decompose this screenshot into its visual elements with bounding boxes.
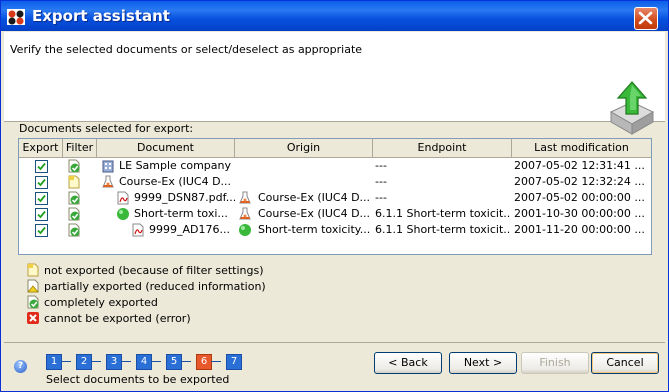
endpoint-name: --- [375, 191, 387, 204]
endpoint-name: 6.1.1 Short-term toxicit... [375, 223, 511, 236]
check-icon [37, 194, 46, 203]
completely-exported-icon [67, 223, 81, 237]
column-header-endpoint[interactable]: Endpoint [373, 139, 512, 157]
last-modification: 2007-05-02 12:31:41 ... [514, 159, 645, 172]
step-connector [121, 361, 131, 362]
completely-exported-icon [67, 191, 81, 205]
column-header-document[interactable]: Document [97, 139, 235, 157]
last-modification: 2001-11-20 00:00:00 ... [514, 223, 645, 236]
wizard-step-7: 7 [226, 354, 242, 370]
table-row[interactable]: Short-term toxi... Course-Ex (IUC4 D... 6.… [19, 206, 651, 222]
document-name: 9999_AD176... [149, 223, 230, 236]
last-modification: 2001-10-30 00:00:00 ... [514, 207, 645, 220]
help-icon[interactable]: ? [14, 360, 27, 373]
wizard-step-3: 3 [106, 354, 122, 370]
cancel-button[interactable]: Cancel [591, 352, 659, 374]
error-icon [27, 312, 39, 324]
table-row[interactable]: LE Sample company --- 2007-05-02 12:31:41 … [19, 158, 651, 174]
table-row[interactable]: 9999_DSN87.pdf... Course-Ex (IUC4 D... ---… [19, 190, 651, 206]
origin-name [240, 174, 372, 190]
origin-name: Course-Ex (IUC4 D... [258, 191, 371, 204]
table-row[interactable]: Course-Ex (IUC4 D... --- 2007-05-02 12:32:… [19, 174, 651, 190]
legend-label: completely exported [44, 296, 158, 309]
column-header-last-modification[interactable]: Last modification [512, 139, 651, 157]
export-checkbox[interactable] [35, 160, 48, 173]
completely-exported-icon [67, 207, 81, 221]
step-connector [211, 361, 221, 362]
document-name: 9999_DSN87.pdf... [134, 191, 235, 204]
origin-name [240, 158, 372, 174]
pdf-icon [131, 223, 145, 237]
back-button[interactable]: < Back [374, 352, 442, 374]
flask-icon [238, 207, 252, 221]
legend-label: not exported (because of filter settings… [44, 264, 264, 277]
check-icon [37, 226, 46, 235]
endpoint-name: --- [375, 159, 387, 172]
table-section-label: Documents selected for export: [19, 122, 194, 135]
not-exported-icon [27, 263, 39, 277]
step-caption: Select documents to be exported [46, 373, 230, 386]
not-exported-icon [67, 175, 81, 189]
table-header: Export Filter Document Origin Endpoint L… [19, 139, 651, 158]
header-panel: Verify the selected documents or select/… [4, 32, 665, 135]
instruction-text: Verify the selected documents or select/… [10, 43, 363, 56]
check-icon [37, 210, 46, 219]
flask-icon [238, 191, 252, 205]
step-connector [151, 361, 161, 362]
completely-exported-icon [27, 295, 39, 309]
endpoint-name: 6.1.1 Short-term toxicit... [375, 207, 511, 220]
next-button[interactable]: Next > [449, 352, 517, 374]
green-ball-icon [238, 223, 252, 237]
export-tray-icon [609, 81, 655, 135]
documents-table: Export Filter Document Origin Endpoint L… [18, 138, 652, 255]
export-checkbox[interactable] [35, 176, 48, 189]
column-header-origin[interactable]: Origin [235, 139, 373, 157]
export-assistant-window: Export assistant Verify the selected doc… [0, 0, 669, 392]
step-connector [61, 361, 71, 362]
app-logo-icon [7, 9, 25, 25]
legend-label: cannot be exported (error) [44, 312, 191, 325]
company-icon [101, 159, 115, 173]
window-title: Export assistant [32, 7, 170, 25]
step-connector [181, 361, 191, 362]
partially-exported-icon [27, 279, 39, 293]
step-connector [91, 361, 101, 362]
column-header-filter[interactable]: Filter [63, 139, 97, 157]
last-modification: 2007-05-02 12:32:24 ... [514, 175, 645, 188]
last-modification: 2007-05-02 00:00:00 ... [514, 191, 645, 204]
wizard-step-2: 2 [76, 354, 92, 370]
completely-exported-icon [67, 159, 81, 173]
wizard-step-5: 5 [166, 354, 182, 370]
green-ball-icon [116, 207, 130, 221]
wizard-step-4: 4 [136, 354, 152, 370]
origin-name: Short-term toxicity... [258, 223, 371, 236]
document-name: LE Sample company [119, 159, 232, 172]
document-name: Course-Ex (IUC4 D... [119, 175, 232, 188]
export-checkbox[interactable] [35, 224, 48, 237]
pdf-icon [116, 191, 130, 205]
flask-icon [101, 175, 115, 189]
export-checkbox[interactable] [35, 208, 48, 221]
document-name: Short-term toxi... [134, 207, 228, 220]
close-button[interactable] [634, 7, 658, 30]
footer-divider [4, 342, 665, 343]
check-icon [37, 178, 46, 187]
export-checkbox[interactable] [35, 192, 48, 205]
endpoint-name: --- [375, 175, 387, 188]
title-bar[interactable]: Export assistant [1, 1, 668, 31]
check-icon [37, 162, 46, 171]
finish-button[interactable]: Finish [521, 352, 589, 374]
wizard-step-6-current: 6 [196, 354, 212, 370]
close-icon [638, 11, 653, 25]
origin-name: Course-Ex (IUC4 D... [258, 207, 371, 220]
legend-label: partially exported (reduced information) [44, 280, 266, 293]
table-row[interactable]: 9999_AD176... Short-term toxicity... 6.1.1… [19, 222, 651, 238]
column-header-export[interactable]: Export [19, 139, 63, 157]
wizard-step-1: 1 [46, 354, 62, 370]
